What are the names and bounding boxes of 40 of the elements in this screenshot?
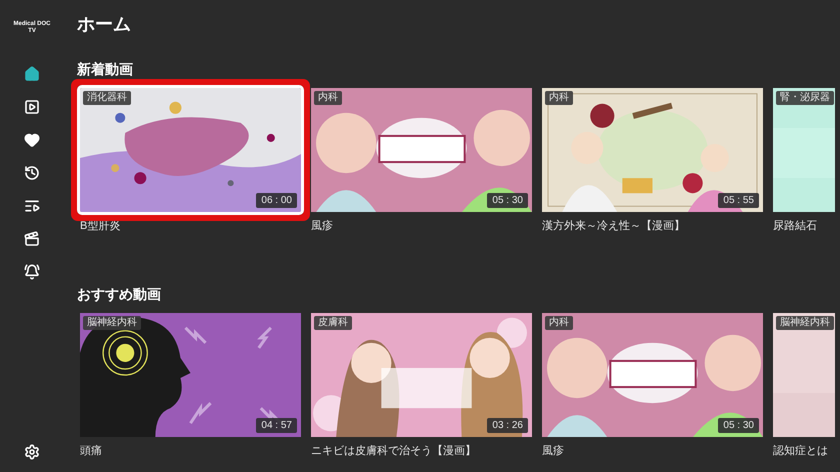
category-tag: 消化器科 — [83, 91, 131, 105]
duration-label: 05 : 30 — [718, 418, 759, 433]
section-title: 新着動画 — [77, 60, 134, 78]
video-thumbnail[interactable]: 脳神経内科 04 : 57 — [80, 313, 301, 437]
video-thumbnail[interactable]: 腎・泌尿器 — [773, 88, 835, 212]
duration-label: 03 : 26 — [487, 418, 528, 433]
duration-label: 05 : 55 — [718, 193, 759, 208]
video-thumbnail[interactable]: 内科 05 : 30 — [311, 88, 532, 212]
video-thumbnail[interactable]: 内科 05 : 55 — [542, 88, 763, 212]
duration-label: 06 : 00 — [256, 193, 297, 208]
video-thumbnail[interactable]: 脳神経内科 — [773, 313, 835, 437]
settings-icon — [24, 444, 40, 460]
video-title: 漢方外来～冷え性～【漫画】 — [542, 219, 686, 233]
category-tag: 皮膚科 — [314, 316, 352, 330]
category-tag: 内科 — [545, 91, 573, 105]
video-title: 風疹 — [311, 219, 334, 233]
heart-icon — [24, 132, 40, 148]
history-icon — [24, 164, 40, 180]
video-thumbnail[interactable]: 皮膚科 03 : 26 — [311, 313, 532, 437]
video-thumbnail[interactable]: 内科 05 : 30 — [542, 313, 763, 437]
video-thumbnail[interactable]: 消化器科 06 : 00 — [80, 88, 301, 212]
home-icon — [24, 66, 40, 82]
video-title: ニキビは皮膚科で治そう【漫画】 — [311, 444, 477, 458]
bell-icon — [24, 264, 40, 280]
category-tag: 脳神経内科 — [83, 316, 141, 330]
clapperboard-icon — [24, 230, 40, 246]
category-tag: 腎・泌尿器 — [776, 91, 834, 105]
video-title: 頭痛 — [80, 444, 103, 458]
video-title: 認知症とは — [773, 444, 829, 458]
category-tag: 脳神経内科 — [776, 316, 834, 330]
page-title: ホーム — [77, 13, 132, 36]
video-title: 風疹 — [542, 444, 565, 458]
video-title: 尿路結石 — [773, 219, 818, 233]
section-title: おすすめ動画 — [77, 285, 162, 303]
duration-label: 04 : 57 — [256, 418, 297, 433]
duration-label: 05 : 30 — [487, 193, 528, 208]
category-tag: 内科 — [314, 91, 342, 105]
video-library-icon — [24, 98, 40, 114]
playlist-icon — [24, 198, 40, 214]
category-tag: 内科 — [545, 316, 573, 330]
